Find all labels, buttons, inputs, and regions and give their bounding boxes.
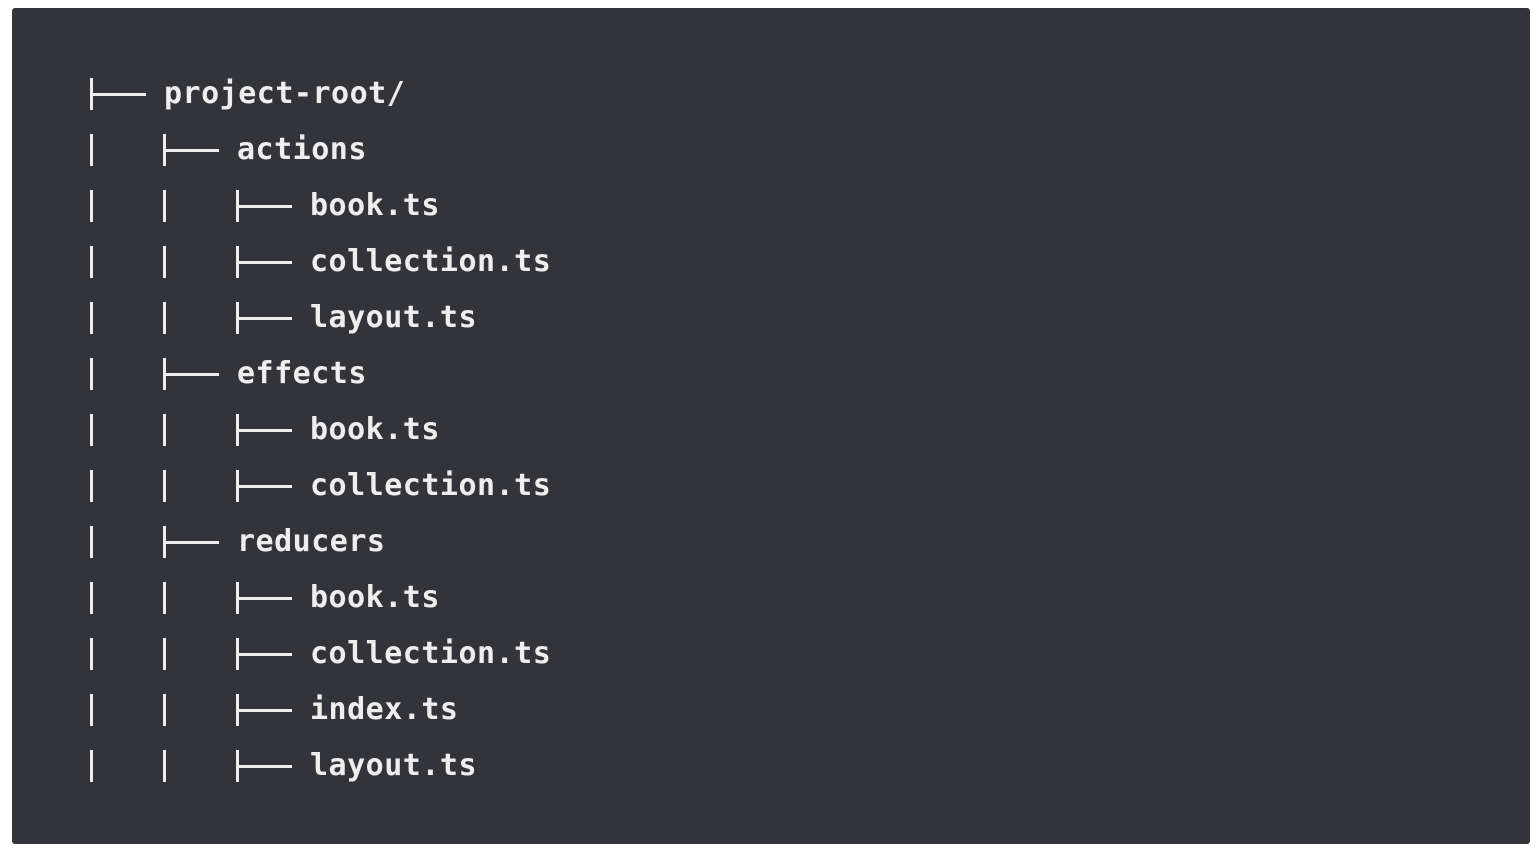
file-name: collection.ts — [310, 636, 552, 671]
tree-guide-line — [90, 750, 93, 782]
tree-guide-line — [163, 470, 166, 502]
tree-guide-line — [163, 694, 166, 726]
code-block: project-root/actions book.ts collection.ts… — [12, 8, 1530, 844]
tree-guide-line — [90, 246, 93, 278]
tree-guide-line — [90, 470, 93, 502]
tree-guide-line — [163, 246, 166, 278]
tree-guide-line — [90, 134, 93, 166]
tree-guide-line — [163, 750, 166, 782]
file-name: book.ts — [310, 188, 440, 223]
tree-guide-line — [163, 582, 166, 614]
folder-name: actions — [237, 132, 367, 167]
file-name: collection.ts — [310, 468, 552, 503]
file-name: collection.ts — [310, 244, 552, 279]
tree-guide-line — [90, 414, 93, 446]
tree-guide-line — [90, 190, 93, 222]
tree-guide-line — [163, 190, 166, 222]
tree-guide-line — [90, 302, 93, 334]
tree-guide-line — [163, 414, 166, 446]
tree-guide-line — [90, 694, 93, 726]
tree-guide-line — [163, 302, 166, 334]
file-name: index.ts — [310, 692, 459, 727]
file-name: layout.ts — [310, 748, 478, 783]
file-name: layout.ts — [310, 300, 478, 335]
tree-guide-line — [90, 526, 93, 558]
file-name: book.ts — [310, 412, 440, 447]
tree-guide-line — [90, 358, 93, 390]
folder-name: reducers — [237, 524, 386, 559]
folder-name: effects — [237, 356, 367, 391]
tree-guide-line — [90, 582, 93, 614]
tree-guide-line — [163, 638, 166, 670]
file-name: book.ts — [310, 580, 440, 615]
tree-guide-line — [90, 638, 93, 670]
folder-name: project-root/ — [164, 76, 406, 111]
